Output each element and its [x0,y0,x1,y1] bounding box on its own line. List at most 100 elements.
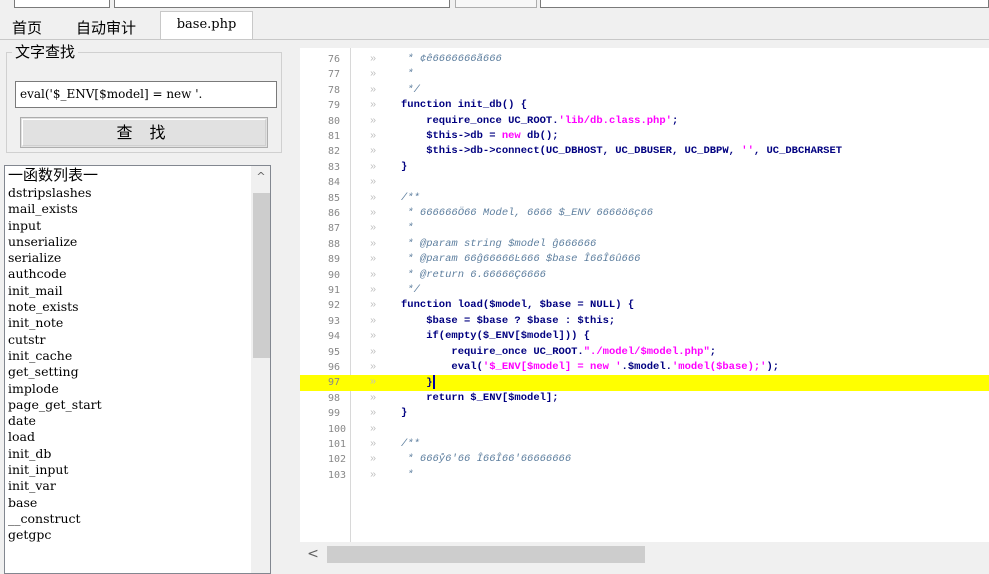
code-line[interactable]: 83 »} [300,160,989,175]
code-token: , UC_DBCHARSET [753,145,843,158]
code-line[interactable]: 88 » * @param string $model ĝ666666 [300,237,989,252]
line-number: 88 [328,238,341,250]
function-list-item[interactable]: dstripslashes [8,185,246,201]
whitespace-marker-icon: » [370,391,377,404]
function-list[interactable]: 一函数列表一 dstripslashes mail_exists input unse… [4,165,271,574]
code-token: $this->db = [401,130,502,142]
code-line[interactable]: 102 » * 666ẙ6'66 Î66Î66'66666666 [300,452,989,467]
function-list-item[interactable]: init_cache [8,348,246,364]
line-number: 89 [328,254,341,266]
code-line[interactable]: 98 » return $_ENV[$model]; [300,391,989,406]
tab-auto-audit[interactable]: 自动审计 [54,14,158,39]
code-line[interactable]: 79 » function init_db() { [300,98,989,113]
function-list-item[interactable]: mail_exists [8,201,246,217]
scroll-up-icon[interactable]: ^ [251,168,270,186]
code-text: require_once UC_ROOT.'lib/db.class.php'; [401,114,678,129]
function-list-header: 一函数列表一 [8,166,99,184]
line-number: 102 [328,454,347,466]
function-list-item[interactable]: init_input [8,462,246,478]
function-list-item[interactable]: init_db [8,446,246,462]
code-line[interactable]: 92 » function load($model, $base = NULL) { [300,298,989,313]
code-token: * [401,68,414,81]
function-list-item[interactable]: get_setting [8,364,246,380]
code-line[interactable]: 77 » * [300,67,989,82]
whitespace-marker-icon: » [370,176,377,189]
function-list-item[interactable]: __construct [8,511,246,527]
editor-horizontal-scrollbar[interactable]: < [300,542,989,567]
code-line[interactable]: 80 » require_once UC_ROOT.'lib/db.class.p… [300,114,989,129]
code-line[interactable]: 99 »} [300,406,989,421]
search-button[interactable]: 查 找 [20,117,268,148]
scrollbar-thumb[interactable] [253,193,270,358]
code-line[interactable]: 93 » $base = $base ? $base : $this; [300,314,989,329]
code-line[interactable]: 89 » * @param 66ĝ66666Ŀ666 $base Î66Î6û66… [300,252,989,267]
whitespace-marker-icon: » [370,114,377,127]
function-list-item[interactable]: cutstr [8,332,246,348]
code-line[interactable]: 76 » * ¢ê6666666ã666 [300,52,989,67]
toolbar-field-3[interactable] [540,0,989,8]
code-line[interactable]: 86 » * 666666Ö66 Model, 6666 $_ENV 6666ö6… [300,206,989,221]
function-list-item[interactable]: date [8,413,246,429]
function-list-item[interactable]: getgpc [8,527,246,543]
function-list-item[interactable]: base [8,495,246,511]
code-token: $base = $base ? $base : $this; [401,314,616,327]
line-number: 80 [328,115,341,127]
hscrollbar-thumb[interactable] [327,546,645,563]
text-search-title: 文字查找 [12,41,79,62]
function-list-item[interactable]: init_note [8,315,246,331]
code-line[interactable]: 103 » * [300,468,989,483]
code-line[interactable]: 101 » /** [300,437,989,452]
function-list-item[interactable]: authcode [8,266,246,282]
code-line[interactable]: 85 » /** [300,191,989,206]
code-token: 'lib/db.class.php' [558,114,672,127]
code-editor[interactable]: 76 » * ¢ê6666666ã666 77 » * 78 » */ 79 » functio… [300,48,989,542]
code-line[interactable]: 91 » */ [300,283,989,298]
code-token: } [401,407,408,420]
code-line[interactable]: 96 » eval('$_ENV[$model] = new '.$model.'… [300,360,989,375]
tab-home[interactable]: 首页 [6,14,48,39]
code-token: db(); [520,130,559,142]
code-text: $base = $base ? $base : $this; [401,314,615,329]
code-text: $this->db = new db(); [401,129,559,144]
function-list-item[interactable]: page_get_start [8,397,246,413]
code-line[interactable]: 81 » $this->db = new db(); [300,129,989,144]
search-input[interactable]: eval('$_ENV[$model] = new '. [15,81,277,108]
function-list-item[interactable]: unserialize [8,234,246,250]
code-token: .$model. [621,361,672,373]
function-list-item[interactable]: serialize [8,250,246,266]
function-list-item[interactable]: init_mail [8,283,246,299]
code-token: return $_ENV[$model]; [401,391,559,404]
whitespace-marker-icon: » [370,268,377,281]
code-line[interactable]: 78 » */ [300,83,989,98]
code-line[interactable]: 100 » [300,422,989,437]
whitespace-marker-icon: » [370,361,377,373]
code-line[interactable]: 97 » } [300,375,989,391]
function-list-item[interactable]: implode [8,381,246,397]
function-list-item[interactable]: load [8,429,246,445]
scroll-left-icon[interactable]: < [304,545,322,564]
function-list-item[interactable]: init_var [8,478,246,494]
code-token: ); [766,361,780,373]
code-line[interactable]: 95 » require_once UC_ROOT."./model/$model… [300,345,989,360]
toolbar-field-1[interactable] [14,0,110,8]
function-list-item[interactable]: note_exists [8,299,246,315]
line-number: 84 [328,177,341,189]
code-token: * ¢ê6666666ã666 [401,53,502,65]
code-text: * @return 6.66666Ç6666 [401,268,546,283]
code-token: } [401,160,408,173]
tab-base-php[interactable]: base.php [160,11,253,39]
whitespace-marker-icon: » [370,299,377,312]
function-list-scrollbar[interactable]: ^ [251,166,270,573]
toolbar-button[interactable] [455,0,537,8]
code-line[interactable]: 94 » if(empty($_ENV[$model])) { [300,329,989,344]
toolbar-field-2[interactable] [114,0,450,8]
line-number: 96 [328,362,341,373]
code-token: require_once UC_ROOT. [401,345,584,358]
code-line[interactable]: 87 » * [300,221,989,236]
code-line[interactable]: 90 » * @return 6.66666Ç6666 [300,268,989,283]
code-text: require_once UC_ROOT."./model/$model.php… [401,345,716,360]
whitespace-marker-icon: » [370,207,377,219]
code-line[interactable]: 82 » $this->db->connect(UC_DBHOST, UC_DBU… [300,144,989,159]
code-line[interactable]: 84 » [300,175,989,190]
function-list-item[interactable]: input [8,218,246,234]
